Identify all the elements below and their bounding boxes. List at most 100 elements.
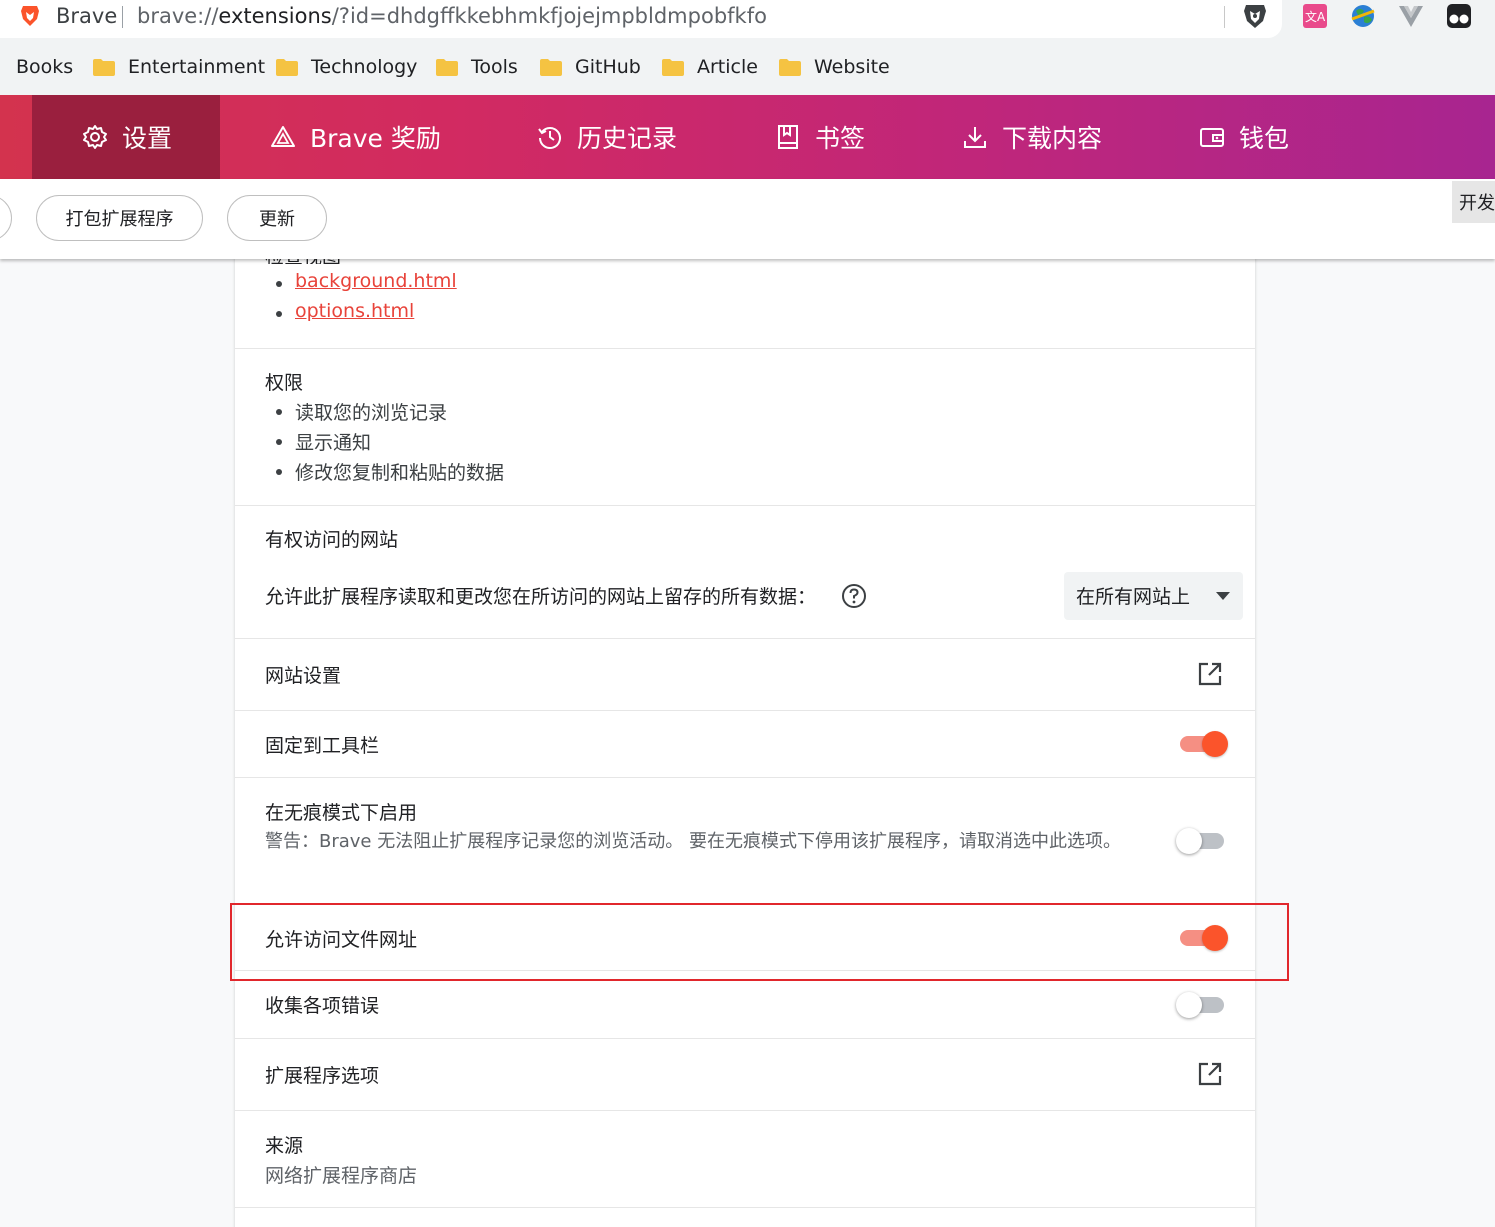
nav-history-label: 历史记录	[577, 124, 678, 153]
address-divider	[122, 6, 123, 28]
site-chip-label: Brave	[56, 4, 118, 28]
collect-errors-toggle[interactable]	[1176, 992, 1226, 1018]
bookmark-folder-label: Entertainment	[128, 56, 266, 78]
pin-toolbar-label: 固定到工具栏	[265, 735, 380, 757]
browser-window: Brave brave://extensions/?id=dhdgffkkebh…	[0, 0, 1495, 1227]
toggle-knob	[1202, 731, 1228, 757]
toggle-knob	[1202, 925, 1228, 951]
update-button[interactable]: 更新	[227, 195, 327, 241]
pin-toolbar-row: 固定到工具栏	[235, 711, 1255, 778]
list-item: background.html	[276, 270, 457, 300]
folder-icon	[540, 58, 562, 76]
bookmark-folder-technology[interactable]: Technology	[276, 54, 417, 80]
pin-toolbar-toggle[interactable]	[1178, 731, 1228, 757]
toggle-knob	[1176, 992, 1202, 1018]
svg-text:文A: 文A	[1305, 9, 1326, 24]
incognito-row: 在无痕模式下启用 警告：Brave 无法阻止扩展程序记录您的浏览活动。 要在无痕…	[235, 778, 1255, 904]
site-access-selected: 在所有网站上	[1076, 586, 1191, 608]
url-query: /?id=dhdgffkkebhmkfjojejmpbldmpobfkfo	[331, 4, 767, 28]
wallet-icon	[1200, 128, 1224, 147]
inspect-view-link-options[interactable]: options.html	[295, 300, 414, 322]
site-access-description: 允许此扩展程序读取和更改您在所访问的网站上留存的所有数据：	[265, 586, 817, 608]
collect-errors-label: 收集各项错误	[265, 995, 380, 1017]
bookmark-folder-label: Tools	[471, 56, 518, 78]
open-in-new-icon[interactable]	[1196, 1060, 1224, 1088]
bookmark-folder-label: Books	[16, 56, 74, 78]
permissions-section: 权限 读取您的浏览记录 显示通知 修改您复制和粘贴的数据	[235, 349, 1255, 506]
translate-extension-icon[interactable]: 文A	[1302, 3, 1328, 29]
site-access-heading: 有权访问的网站	[265, 529, 399, 551]
brave-lion-icon	[21, 6, 39, 26]
omnibox[interactable]: Brave brave://extensions/?id=dhdgffkkebh…	[0, 0, 1282, 38]
url-text[interactable]: brave://extensions/?id=dhdgffkkebhmkfjoj…	[137, 4, 767, 28]
url-host: extensions	[218, 4, 332, 28]
chevron-down-icon	[1216, 592, 1230, 600]
incognito-toggle[interactable]	[1176, 828, 1226, 854]
vue-devtools-icon[interactable]	[1398, 3, 1424, 29]
nav-downloads-label: 下载内容	[1002, 124, 1103, 153]
inspect-views-list: background.html options.html	[276, 270, 457, 330]
developer-mode-toggle-label[interactable]: 开发	[1452, 181, 1495, 223]
developer-mode-label: 开发	[1459, 193, 1495, 214]
file-urls-row: 允许访问文件网址	[235, 904, 1255, 971]
extension-details-card: 检查视图 background.html options.html 权限 读取您…	[235, 240, 1255, 1227]
bookmarks-bar: Books Entertainment Technology Tools Git…	[0, 40, 1495, 95]
bookmark-folder-books[interactable]: Books	[16, 54, 73, 80]
extension-options-row[interactable]: 扩展程序选项	[235, 1039, 1255, 1111]
open-in-new-icon[interactable]	[1196, 660, 1224, 688]
download-icon	[964, 127, 986, 148]
folder-icon	[276, 58, 298, 76]
nav-wallet[interactable]: 钱包	[1199, 95, 1289, 179]
source-section: 来源 网络扩展程序商店	[235, 1111, 1255, 1208]
history-clock-icon	[538, 127, 561, 149]
source-heading: 来源	[265, 1135, 304, 1157]
nav-rewards-label: Brave 奖励	[310, 124, 441, 153]
folder-icon	[93, 58, 115, 76]
list-item: 修改您复制和粘贴的数据	[275, 458, 504, 488]
bookmark-folder-label: Website	[814, 56, 890, 78]
site-settings-label: 网站设置	[265, 665, 342, 687]
rewards-triangle-icon	[271, 126, 295, 147]
pack-extension-button[interactable]: 打包扩展程序	[36, 195, 203, 241]
permissions-heading: 权限	[265, 372, 304, 394]
brave-shields-icon[interactable]	[1242, 2, 1268, 30]
site-access-section: 有权访问的网站 允许此扩展程序读取和更改您在所访问的网站上留存的所有数据： 在所…	[235, 506, 1255, 639]
nav-bookmarks[interactable]: 书签	[775, 95, 865, 179]
toggle-knob	[1176, 828, 1202, 854]
address-bar-row: Brave brave://extensions/?id=dhdgffkkebh…	[0, 0, 1495, 40]
permissions-list: 读取您的浏览记录 显示通知 修改您复制和粘贴的数据	[275, 398, 504, 488]
folder-icon	[662, 58, 684, 76]
nav-rewards[interactable]: Brave 奖励	[270, 95, 441, 179]
nav-downloads[interactable]: 下载内容	[962, 95, 1102, 179]
nav-settings-label: 设置	[122, 124, 173, 153]
gear-icon	[83, 125, 107, 149]
nav-bookmarks-label: 书签	[815, 124, 866, 153]
bookmark-folder-website[interactable]: Website	[779, 54, 890, 80]
file-urls-toggle[interactable]	[1178, 925, 1228, 951]
help-icon[interactable]	[841, 583, 867, 609]
incognito-warning: 警告：Brave 无法阻止扩展程序记录您的浏览活动。 要在无痕模式下停用该扩展程…	[265, 831, 1121, 852]
source-value: 网络扩展程序商店	[265, 1165, 418, 1187]
file-urls-label: 允许访问文件网址	[265, 929, 418, 951]
bookmark-folder-entertainment[interactable]: Entertainment	[93, 54, 265, 80]
url-scheme: brave://	[137, 4, 219, 28]
list-item: options.html	[276, 300, 457, 330]
inspect-view-link-background[interactable]: background.html	[295, 270, 457, 292]
collect-errors-row: 收集各项错误	[235, 971, 1255, 1039]
tampermonkey-icon[interactable]	[1446, 3, 1472, 29]
bookmark-folder-label: Article	[697, 56, 758, 78]
globe-extension-icon[interactable]	[1350, 3, 1376, 29]
bookmark-folder-github[interactable]: GitHub	[540, 54, 641, 80]
extension-options-label: 扩展程序选项	[265, 1065, 380, 1087]
bookmark-folder-tools[interactable]: Tools	[436, 54, 518, 80]
list-item: 读取您的浏览记录	[275, 398, 504, 428]
site-access-dropdown[interactable]: 在所有网站上	[1064, 572, 1243, 620]
bookmark-folder-label: Technology	[311, 56, 418, 78]
nav-settings[interactable]: 设置	[82, 95, 172, 179]
bookmark-folder-article[interactable]: Article	[662, 54, 758, 80]
site-settings-row[interactable]: 网站设置	[235, 639, 1255, 711]
nav-history[interactable]: 历史记录	[537, 95, 677, 179]
list-item: 显示通知	[275, 428, 504, 458]
folder-icon	[436, 58, 458, 76]
load-unpacked-button[interactable]	[0, 195, 12, 241]
